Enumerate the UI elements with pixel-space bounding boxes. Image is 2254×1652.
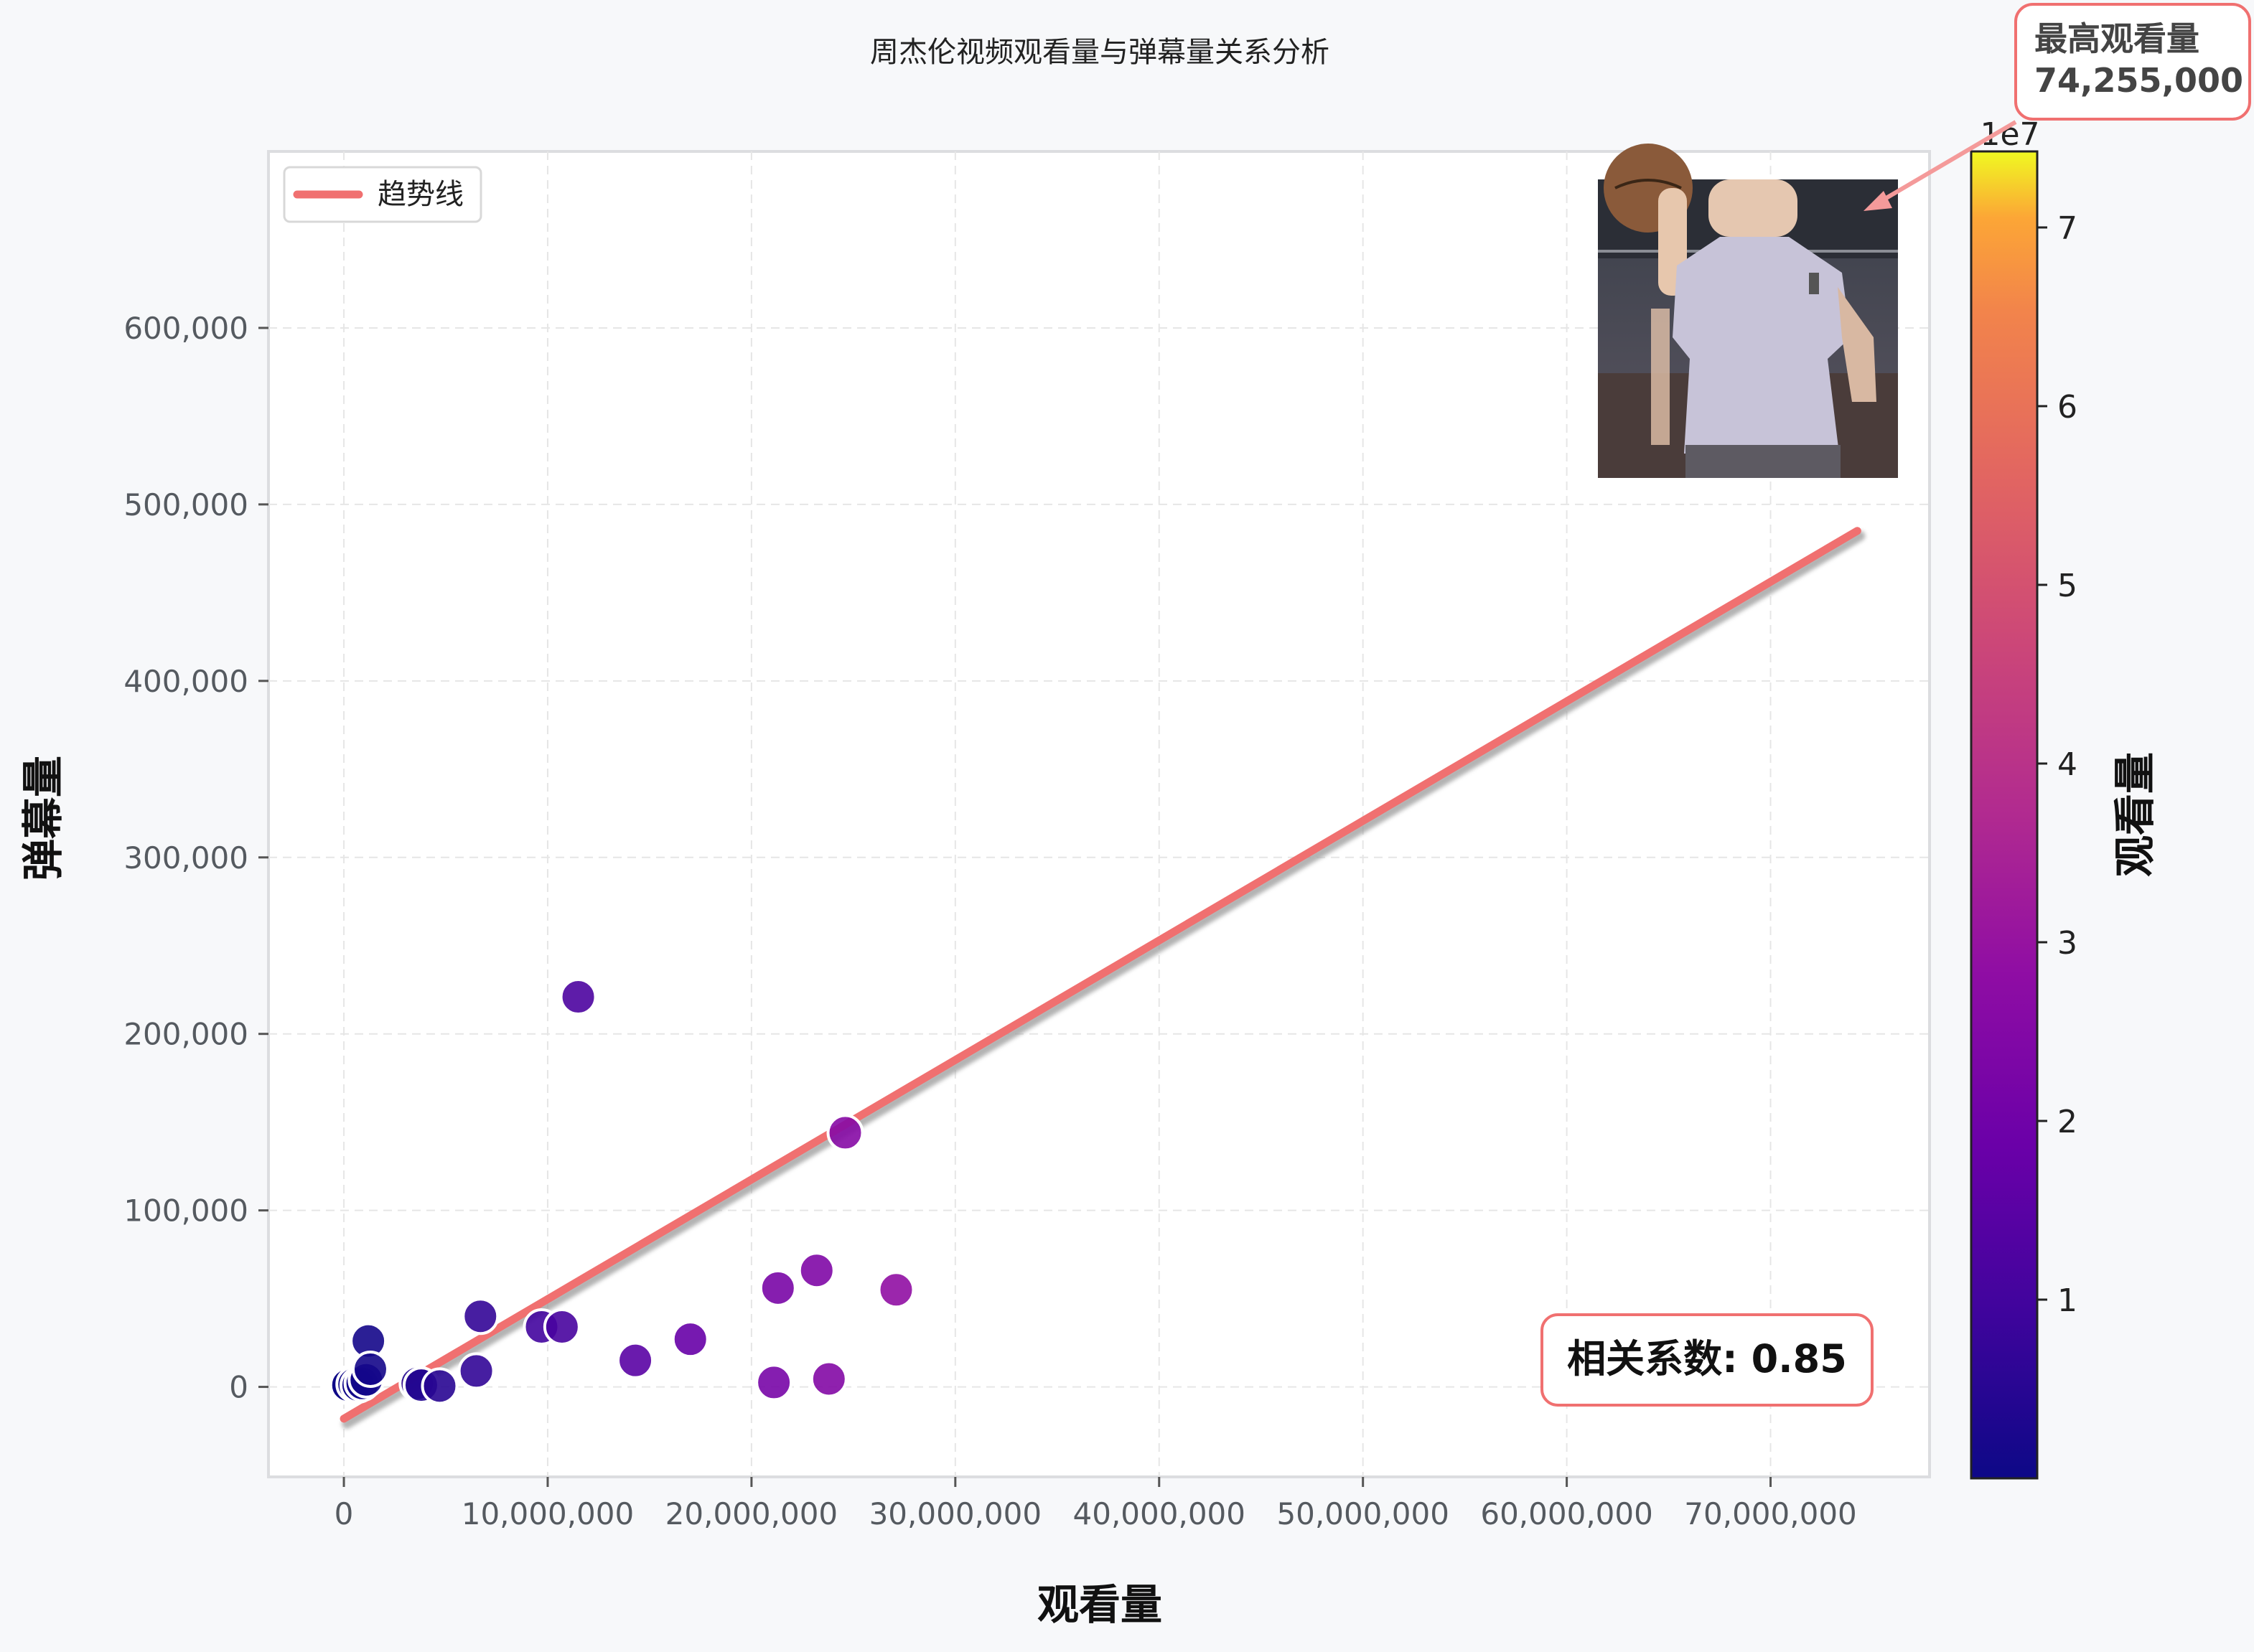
y-tick-label: 400,000 <box>123 664 248 699</box>
data-point <box>810 1360 848 1398</box>
colorbar-tick-label: 4 <box>2057 746 2077 783</box>
data-point <box>759 1269 797 1307</box>
correlation-text: 相关系数: 0.85 <box>1567 1336 1847 1381</box>
x-tick-label: 60,000,000 <box>1480 1496 1652 1531</box>
y-tick-label: 0 <box>229 1370 248 1405</box>
colorbar-gradient <box>1970 150 2039 1480</box>
x-tick-label: 40,000,000 <box>1073 1496 1245 1531</box>
data-point <box>421 1367 459 1405</box>
colorbar-tick-label: 2 <box>2057 1104 2077 1140</box>
colorbar-tick-label: 3 <box>2057 925 2077 962</box>
x-axis-label: 观看量 <box>1037 1580 1162 1629</box>
x-tick-label: 20,000,000 <box>665 1496 838 1531</box>
y-axis: 0 100,000 200,000 300,000 400,000 500,000 600,… <box>123 311 268 1405</box>
y-tick-label: 500,000 <box>123 487 248 522</box>
max-views-value: 74,255,000 <box>2034 61 2243 100</box>
x-tick-label: 50,000,000 <box>1276 1496 1449 1531</box>
y-tick-label: 100,000 <box>123 1193 248 1229</box>
data-point <box>877 1271 915 1309</box>
data-point <box>671 1320 709 1358</box>
inset-portrait-image <box>1598 144 1898 478</box>
colorbar-tick-label: 6 <box>2057 389 2077 426</box>
data-point <box>826 1114 864 1152</box>
data-point <box>798 1252 836 1290</box>
data-point <box>351 1350 389 1388</box>
y-tick-label: 600,000 <box>123 311 248 346</box>
x-tick-label: 10,000,000 <box>462 1496 634 1531</box>
correlation-annotation: 相关系数: 0.85 <box>1540 1313 1874 1407</box>
y-axis-label: 弹幕量 <box>19 756 67 881</box>
x-tick-label: 0 <box>335 1496 354 1531</box>
colorbar-tick-label: 5 <box>2057 568 2077 604</box>
y-tick-label: 200,000 <box>123 1017 248 1052</box>
data-point <box>559 978 597 1016</box>
chart-title: 周杰伦视频观看量与弹幕量关系分析 <box>870 36 1329 69</box>
colorbar-label: 观看量 <box>2110 752 2159 877</box>
chart: 周杰伦视频观看量与弹幕量关系分析 0 10,000,000 20,000,000 30… <box>19 3 2251 1629</box>
data-point <box>457 1352 495 1390</box>
legend-label-trendline: 趋势线 <box>378 178 464 211</box>
data-point <box>755 1364 793 1402</box>
colorbar-tick-label: 7 <box>2057 210 2077 247</box>
x-tick-label: 70,000,000 <box>1684 1496 1856 1531</box>
colorbar: 1 2 3 4 5 6 7 1e7 观看量 <box>1970 116 2159 1480</box>
x-axis: 0 10,000,000 20,000,000 30,000,000 40,000,00… <box>335 1477 1857 1531</box>
legend: 趋势线 <box>283 166 482 223</box>
y-tick-label: 300,000 <box>123 840 248 876</box>
colorbar-tick-label: 1 <box>2057 1282 2077 1319</box>
data-point <box>543 1308 581 1346</box>
data-point <box>462 1297 500 1336</box>
max-views-label: 最高观看量 <box>2034 19 2199 58</box>
x-tick-label: 30,000,000 <box>869 1496 1042 1531</box>
data-point <box>617 1341 655 1379</box>
colorbar-offset-text: 1e7 <box>1980 116 2039 153</box>
